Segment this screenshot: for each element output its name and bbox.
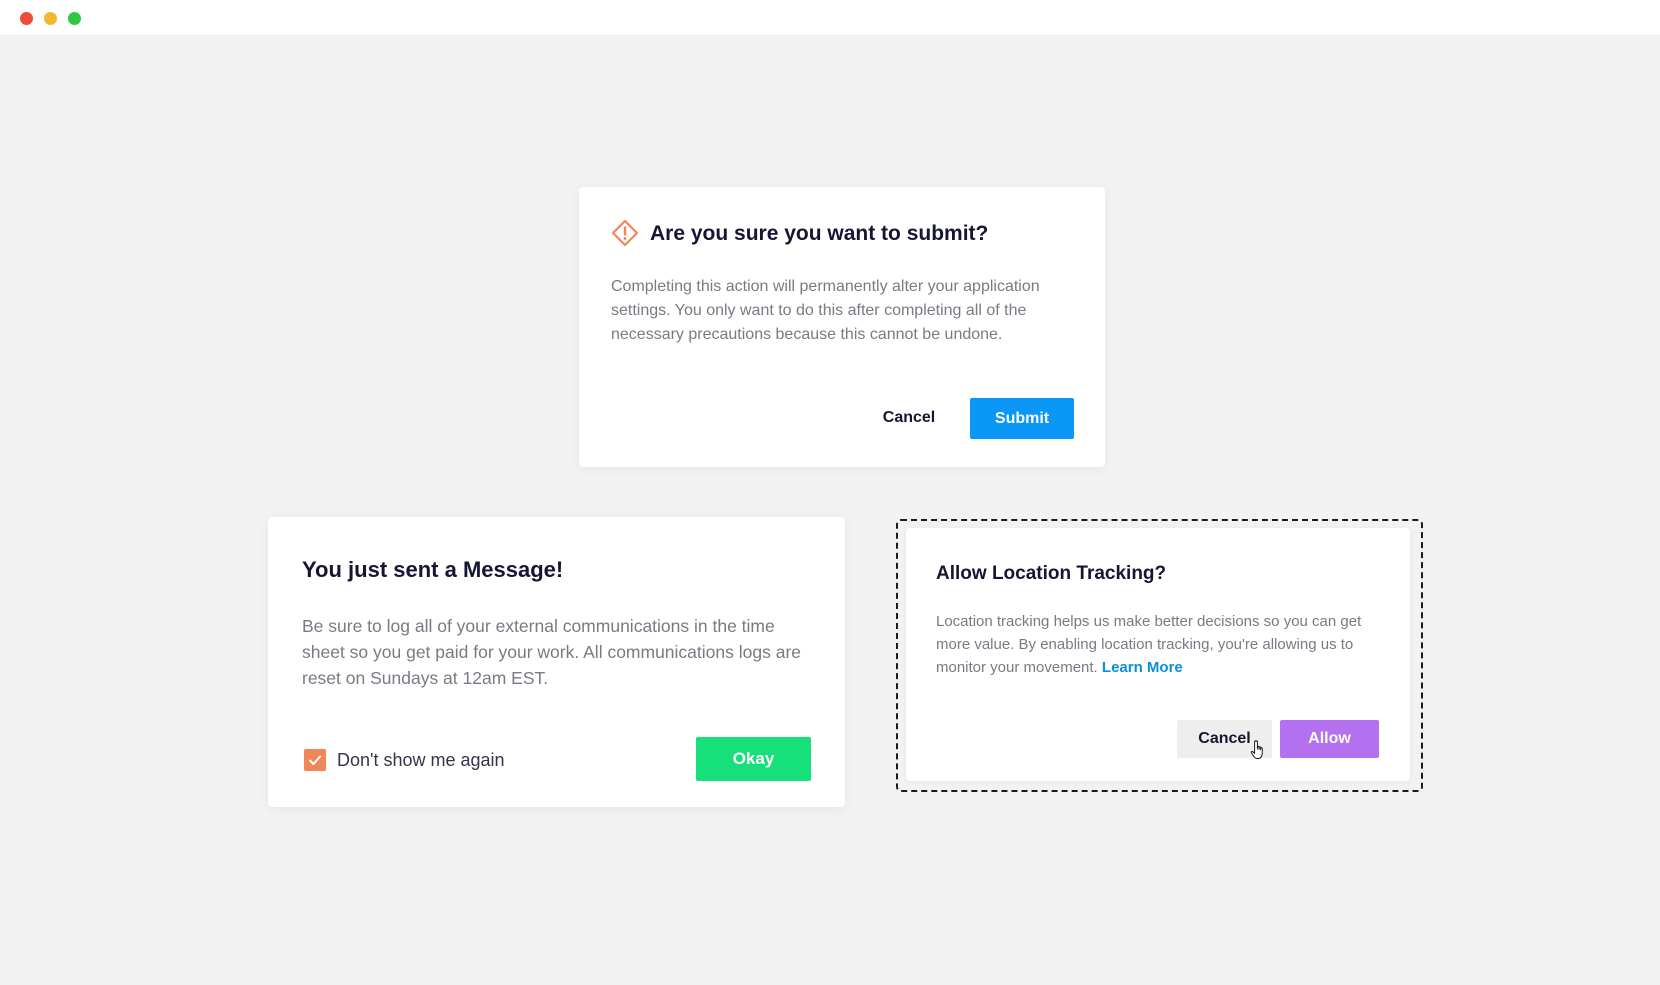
zoom-window-button[interactable] <box>68 12 81 25</box>
allow-button[interactable]: Allow <box>1280 720 1379 758</box>
okay-button[interactable]: Okay <box>696 737 811 781</box>
app-window: Are you sure you want to submit? Complet… <box>0 0 1660 985</box>
location-dialog-body: Location tracking helps us make better d… <box>936 610 1386 679</box>
message-dialog-title: You just sent a Message! <box>302 557 564 582</box>
minimize-window-button[interactable] <box>44 12 57 25</box>
message-sent-dialog: You just sent a Message! Be sure to log … <box>268 517 845 807</box>
close-window-button[interactable] <box>20 12 33 25</box>
submit-dialog-title: Are you sure you want to submit? <box>650 222 989 245</box>
location-tracking-dialog: Allow Location Tracking? Location tracki… <box>906 528 1410 781</box>
dont-show-again-label[interactable]: Don't show me again <box>337 749 505 771</box>
submit-dialog-body: Completing this action will permanently … <box>611 278 1040 343</box>
learn-more-link[interactable]: Learn More <box>1102 659 1183 676</box>
dont-show-again-checkbox[interactable] <box>304 749 326 771</box>
submit-button[interactable]: Submit <box>970 398 1074 439</box>
message-dialog-body: Be sure to log all of your external comm… <box>302 616 801 688</box>
warning-diamond-icon <box>611 219 639 247</box>
submit-confirmation-dialog: Are you sure you want to submit? Complet… <box>579 187 1105 467</box>
checkmark-icon <box>309 755 321 765</box>
hand-pointer-icon <box>1250 740 1263 759</box>
cancel-button[interactable]: Cancel <box>869 398 949 438</box>
window-titlebar <box>0 0 1660 36</box>
location-dialog-title: Allow Location Tracking? <box>936 563 1167 584</box>
